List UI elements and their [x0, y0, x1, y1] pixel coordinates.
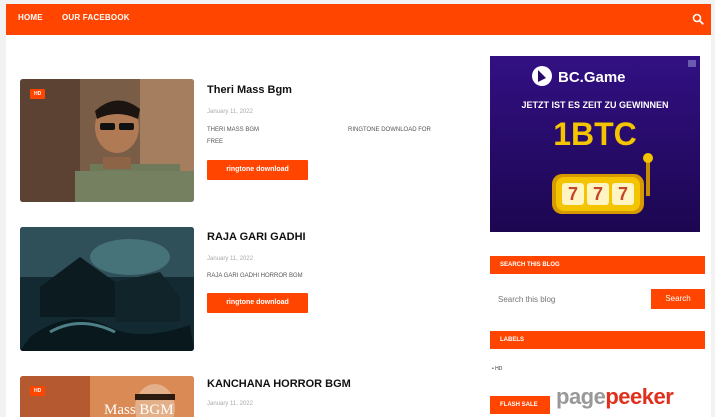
flash-sale-header: FLASH SALE [490, 396, 550, 414]
ad-headline: JETZT IST ES ZEIT ZU GEWINNEN [521, 100, 669, 110]
labels-widget-header: LABELS [490, 331, 705, 349]
slot-reel: 7 [617, 184, 628, 204]
slot-reel: 7 [592, 184, 603, 204]
page-frame: HOME OUR FACEBOOK HD Theri Mass Bgm Janu… [6, 4, 711, 417]
slot-reel: 7 [567, 184, 578, 204]
top-navbar: HOME OUR FACEBOOK [6, 4, 711, 35]
pagepeeker-watermark: pagepeeker [554, 384, 676, 410]
post-thumbnail[interactable]: HD Mass BGM [20, 376, 194, 417]
watermark-part2: peeker [605, 384, 674, 409]
post-date: January 11, 2022 [207, 401, 253, 407]
search-widget-header: SEARCH THIS BLOG [490, 256, 705, 274]
post-snippet: RAJA GARI GADHI HORROR BGM [207, 273, 303, 279]
ad-amount: 1BTC [553, 116, 637, 152]
search-input[interactable] [490, 289, 650, 309]
nav-home-link[interactable]: HOME [18, 13, 43, 22]
post-title-link[interactable]: RAJA GARI GADHI [207, 231, 306, 243]
post-snippet-line2: FREE [207, 139, 224, 145]
post-thumbnail[interactable] [20, 227, 194, 351]
post-image [20, 79, 194, 202]
ad-brand: BC.Game [558, 69, 626, 86]
post-title-link[interactable]: Theri Mass Bgm [207, 84, 292, 96]
ringtone-download-button[interactable]: ringtone download [207, 160, 308, 180]
nav-facebook-link[interactable]: OUR FACEBOOK [62, 13, 130, 22]
post-snippet: THERI MASS BGM [207, 127, 260, 133]
search-icon[interactable] [692, 13, 704, 25]
ringtone-download-button[interactable]: ringtone download [207, 293, 308, 313]
search-button[interactable]: Search [651, 289, 705, 309]
post-thumbnail[interactable]: HD [20, 79, 194, 202]
sidebar-ad-banner[interactable]: BC.Game JETZT IST ES ZEIT ZU GEWINNEN 1B… [490, 56, 700, 232]
thumbnail-caption: Mass BGM [104, 402, 174, 417]
watermark-part1: page [556, 384, 606, 409]
label-link-hd[interactable]: • HD [492, 366, 502, 372]
post-title-link[interactable]: KANCHANA HORROR BGM [207, 378, 351, 390]
post-image [20, 227, 194, 351]
post-date: January 11, 2022 [207, 256, 253, 262]
post-tag-badge: HD [30, 89, 46, 99]
post-list: HD Theri Mass Bgm January 11, 2022 THERI… [6, 35, 486, 417]
post-date: January 11, 2022 [207, 109, 253, 115]
post-snippet-continued: RINGTONE DOWNLOAD FOR [348, 127, 431, 133]
post-tag-badge: HD [30, 386, 46, 396]
